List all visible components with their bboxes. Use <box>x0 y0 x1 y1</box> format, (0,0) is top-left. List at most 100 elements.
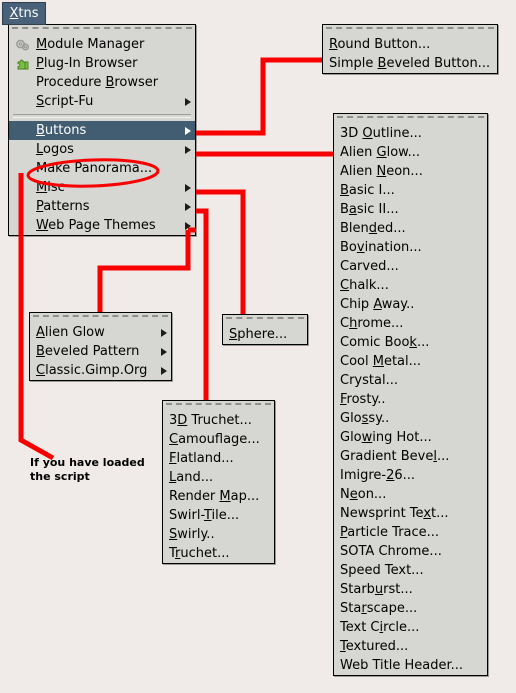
menu-item-3d-truchet[interactable]: 3D Truchet... <box>163 411 274 430</box>
menu-item-glossy[interactable]: Glossy.. <box>334 409 487 428</box>
menu-item-script-fu[interactable]: Script-Fu <box>9 92 195 111</box>
menu-item-label: Starscape... <box>340 601 418 616</box>
menu-item-chalk[interactable]: Chalk... <box>334 276 487 295</box>
menu-item-make-panorama[interactable]: Make Panorama... <box>9 159 195 178</box>
menu-item-blended[interactable]: Blended... <box>334 219 487 238</box>
xtns-tab-label: Xtns <box>9 6 38 21</box>
menu-item-label: Chrome... <box>340 316 404 331</box>
menu-item-label: Frosty.. <box>340 392 386 407</box>
menu-item-label: Make Panorama... <box>36 161 153 176</box>
menu-item-imigre-26[interactable]: Imigre-26... <box>334 466 487 485</box>
menu-item-label: Alien Glow <box>36 325 105 340</box>
menu-item-sota-chrome[interactable]: SOTA Chrome... <box>334 542 487 561</box>
annotation-note-line2: the script <box>30 470 90 483</box>
menu-item-label: Simple Beveled Button... <box>329 56 491 71</box>
menu-item-logos[interactable]: Logos <box>9 140 195 159</box>
menu-separator <box>13 114 191 118</box>
menu-item-procedure-browser[interactable]: Procedure Browser <box>9 73 195 92</box>
web-page-themes-submenu: Alien Glow Beveled Pattern Classic.Gimp.… <box>29 312 172 381</box>
menu-item-label: Round Button... <box>329 37 431 52</box>
menu-item-camouflage[interactable]: Camouflage... <box>163 430 274 449</box>
menu-item-label: Alien Neon... <box>340 164 423 179</box>
menu-item-label: Web Page Themes <box>36 218 156 233</box>
menu-item-label: Bovination... <box>340 240 422 255</box>
menu-item-round-button[interactable]: Round Button... <box>323 35 497 54</box>
tearoff-handle[interactable] <box>33 315 168 322</box>
menu-item-chip-away[interactable]: Chip Away.. <box>334 295 487 314</box>
menu-item-carved[interactable]: Carved... <box>334 257 487 276</box>
menu-item-label: Plug-In Browser <box>36 56 138 71</box>
menu-item-module-manager[interactable]: Module Manager <box>9 35 195 54</box>
menu-item-buttons[interactable]: Buttons <box>9 121 195 140</box>
menu-item-newsprint-text[interactable]: Newsprint Text... <box>334 504 487 523</box>
menu-item-label: 3D Outline... <box>340 126 422 141</box>
menu-item-starscape[interactable]: Starscape... <box>334 599 487 618</box>
tearoff-handle[interactable] <box>337 116 484 123</box>
menu-item-glowing-hot[interactable]: Glowing Hot... <box>334 428 487 447</box>
menu-item-label: Glowing Hot... <box>340 430 432 445</box>
menu-item-patterns[interactable]: Patterns <box>9 197 195 216</box>
menu-item-crystal[interactable]: Crystal... <box>334 371 487 390</box>
menu-item-alien-glow-theme[interactable]: Alien Glow <box>30 323 171 342</box>
menu-item-label: Script-Fu <box>36 94 94 109</box>
submenu-arrow-icon <box>185 202 191 211</box>
menu-item-label: Web Title Header... <box>340 658 464 673</box>
menu-item-simple-beveled-button[interactable]: Simple Beveled Button... <box>323 54 497 73</box>
annotation-note-line1: If you have loaded <box>30 456 145 469</box>
menu-item-swirl-tile[interactable]: Swirl-Tile... <box>163 506 274 525</box>
submenu-arrow-icon <box>161 328 167 337</box>
menu-item-beveled-pattern-theme[interactable]: Beveled Pattern <box>30 342 171 361</box>
menu-item-alien-neon[interactable]: Alien Neon... <box>334 162 487 181</box>
menu-item-label: Land... <box>169 470 214 485</box>
menu-item-label: Patterns <box>36 199 90 214</box>
menu-item-sphere[interactable]: Sphere... <box>223 325 307 344</box>
menu-item-web-page-themes[interactable]: Web Page Themes <box>9 216 195 235</box>
tearoff-handle[interactable] <box>166 403 271 410</box>
menu-item-frosty[interactable]: Frosty.. <box>334 390 487 409</box>
menu-item-label: Swirly.. <box>169 527 215 542</box>
menu-item-basic-ii[interactable]: Basic II... <box>334 200 487 219</box>
menu-item-cool-metal[interactable]: Cool Metal... <box>334 352 487 371</box>
menu-item-label: Basic II... <box>340 202 399 217</box>
tearoff-handle[interactable] <box>326 27 494 34</box>
menu-item-label: Textured... <box>340 639 409 654</box>
xtns-tab[interactable]: Xtns <box>2 2 46 25</box>
annotation-note: If you have loaded the script <box>30 456 145 484</box>
menu-item-label: Cool Metal... <box>340 354 422 369</box>
menu-item-bovination[interactable]: Bovination... <box>334 238 487 257</box>
menu-item-label: Basic I... <box>340 183 395 198</box>
menu-item-3d-outline[interactable]: 3D Outline... <box>334 124 487 143</box>
menu-item-alien-glow[interactable]: Alien Glow... <box>334 143 487 162</box>
menu-item-label: Neon... <box>340 487 387 502</box>
menu-item-basic-i[interactable]: Basic I... <box>334 181 487 200</box>
menu-item-comic-book[interactable]: Comic Book... <box>334 333 487 352</box>
menu-item-neon[interactable]: Neon... <box>334 485 487 504</box>
menu-item-gradient-bevel[interactable]: Gradient Bevel... <box>334 447 487 466</box>
menu-item-swirly[interactable]: Swirly.. <box>163 525 274 544</box>
menu-item-label: Text Circle... <box>340 620 420 635</box>
menu-item-classic-gimp-org-theme[interactable]: Classic.Gimp.Org <box>30 361 171 380</box>
menu-item-flatland[interactable]: Flatland... <box>163 449 274 468</box>
misc-submenu: Sphere... <box>222 314 308 345</box>
menu-item-chrome[interactable]: Chrome... <box>334 314 487 333</box>
menu-item-textured[interactable]: Textured... <box>334 637 487 656</box>
menu-item-plug-in-browser[interactable]: Plug-In Browser <box>9 54 195 73</box>
submenu-arrow-icon <box>185 145 191 154</box>
menu-item-land[interactable]: Land... <box>163 468 274 487</box>
menu-item-label: Blended... <box>340 221 406 236</box>
menu-item-label: Logos <box>36 142 74 157</box>
menu-item-render-map[interactable]: Render Map... <box>163 487 274 506</box>
menu-item-web-title-header[interactable]: Web Title Header... <box>334 656 487 675</box>
menu-item-misc[interactable]: Misc <box>9 178 195 197</box>
menu-item-label: Chip Away.. <box>340 297 415 312</box>
tearoff-handle[interactable] <box>226 317 304 324</box>
menu-item-label: Procedure Browser <box>36 75 159 90</box>
tearoff-handle[interactable] <box>12 27 192 34</box>
menu-item-truchet[interactable]: Truchet... <box>163 544 274 563</box>
menu-item-starburst[interactable]: Starburst... <box>334 580 487 599</box>
menu-item-text-circle[interactable]: Text Circle... <box>334 618 487 637</box>
buttons-submenu: Round Button... Simple Beveled Button... <box>322 24 498 74</box>
menu-item-label: 3D Truchet... <box>169 413 252 428</box>
menu-item-particle-trace[interactable]: Particle Trace... <box>334 523 487 542</box>
menu-item-speed-text[interactable]: Speed Text... <box>334 561 487 580</box>
